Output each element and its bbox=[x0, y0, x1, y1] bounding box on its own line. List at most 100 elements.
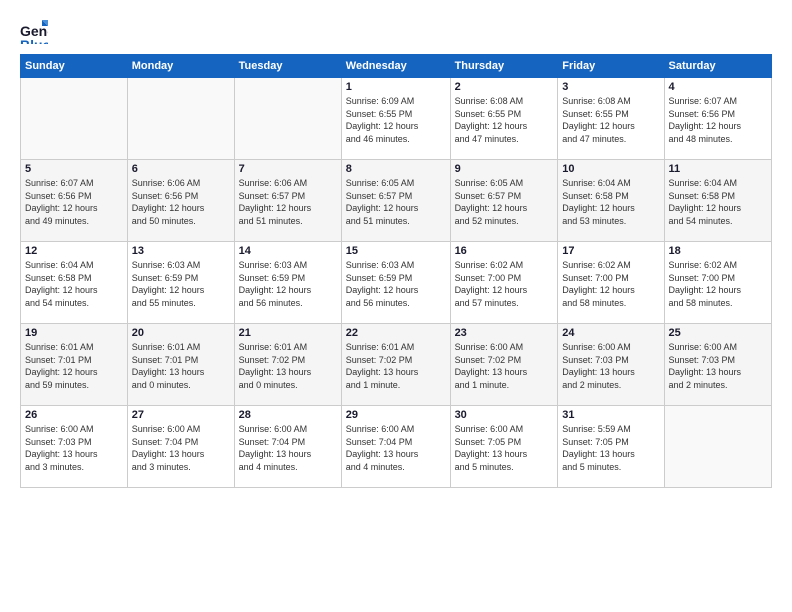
calendar-week-row: 26 Sunrise: 6:00 AM Sunset: 7:03 PM Dayli… bbox=[21, 406, 772, 488]
day-number: 1 bbox=[346, 81, 446, 93]
day-number: 17 bbox=[562, 245, 659, 257]
calendar-cell: 16 Sunrise: 6:02 AM Sunset: 7:00 PM Dayli… bbox=[450, 242, 558, 324]
calendar-cell: 26 Sunrise: 6:00 AM Sunset: 7:03 PM Dayli… bbox=[21, 406, 128, 488]
day-number: 15 bbox=[346, 245, 446, 257]
calendar-cell: 4 Sunrise: 6:07 AM Sunset: 6:56 PM Daylig… bbox=[664, 78, 771, 160]
day-info: Sunrise: 6:07 AM Sunset: 6:56 PM Dayligh… bbox=[669, 95, 767, 145]
day-info: Sunrise: 6:00 AM Sunset: 7:03 PM Dayligh… bbox=[562, 341, 659, 391]
day-number: 9 bbox=[455, 163, 554, 175]
calendar-cell: 9Sunrise: 6:05 AM Sunset: 6:57 PM Daylig… bbox=[450, 160, 558, 242]
day-info: Sunrise: 6:01 AM Sunset: 7:01 PM Dayligh… bbox=[25, 341, 123, 391]
day-info: Sunrise: 6:08 AM Sunset: 6:55 PM Dayligh… bbox=[562, 95, 659, 145]
day-info: Sunrise: 6:03 AM Sunset: 6:59 PM Dayligh… bbox=[132, 259, 230, 309]
logo-icon: General Blue bbox=[20, 16, 48, 44]
calendar-cell: 27Sunrise: 6:00 AM Sunset: 7:04 PM Dayli… bbox=[127, 406, 234, 488]
calendar-cell: 31 Sunrise: 5:59 AM Sunset: 7:05 PM Dayli… bbox=[558, 406, 664, 488]
calendar-cell: 8 Sunrise: 6:05 AM Sunset: 6:57 PM Daylig… bbox=[341, 160, 450, 242]
day-info: Sunrise: 6:00 AM Sunset: 7:03 PM Dayligh… bbox=[669, 341, 767, 391]
day-info: Sunrise: 6:04 AM Sunset: 6:58 PM Dayligh… bbox=[25, 259, 123, 309]
calendar-cell bbox=[234, 78, 341, 160]
weekday-header: Monday bbox=[127, 55, 234, 78]
weekday-header: Thursday bbox=[450, 55, 558, 78]
day-number: 11 bbox=[669, 163, 767, 175]
calendar-cell: 3 Sunrise: 6:08 AM Sunset: 6:55 PM Daylig… bbox=[558, 78, 664, 160]
calendar-cell: 23 Sunrise: 6:00 AM Sunset: 7:02 PM Dayli… bbox=[450, 324, 558, 406]
day-info: Sunrise: 6:09 AM Sunset: 6:55 PM Dayligh… bbox=[346, 95, 446, 145]
day-number: 8 bbox=[346, 163, 446, 175]
day-number: 29 bbox=[346, 409, 446, 421]
day-number: 25 bbox=[669, 327, 767, 339]
day-info: Sunrise: 6:02 AM Sunset: 7:00 PM Dayligh… bbox=[669, 259, 767, 309]
day-info: Sunrise: 6:00 AM Sunset: 7:04 PM Dayligh… bbox=[346, 423, 446, 473]
day-info: Sunrise: 6:03 AM Sunset: 6:59 PM Dayligh… bbox=[346, 259, 446, 309]
day-number: 26 bbox=[25, 409, 123, 421]
day-number: 24 bbox=[562, 327, 659, 339]
calendar-week-row: 12 Sunrise: 6:04 AM Sunset: 6:58 PM Dayli… bbox=[21, 242, 772, 324]
day-info: Sunrise: 6:00 AM Sunset: 7:03 PM Dayligh… bbox=[25, 423, 123, 473]
calendar-cell: 17 Sunrise: 6:02 AM Sunset: 7:00 PM Dayli… bbox=[558, 242, 664, 324]
day-number: 7 bbox=[239, 163, 337, 175]
calendar-cell bbox=[21, 78, 128, 160]
day-number: 22 bbox=[346, 327, 446, 339]
calendar-cell: 18 Sunrise: 6:02 AM Sunset: 7:00 PM Dayli… bbox=[664, 242, 771, 324]
calendar-week-row: 5 Sunrise: 6:07 AM Sunset: 6:56 PM Daylig… bbox=[21, 160, 772, 242]
calendar-cell bbox=[127, 78, 234, 160]
page-header: General Blue bbox=[20, 16, 772, 44]
day-number: 5 bbox=[25, 163, 123, 175]
logo: General Blue bbox=[20, 16, 52, 44]
day-info: Sunrise: 6:00 AM Sunset: 7:04 PM Dayligh… bbox=[239, 423, 337, 473]
calendar-cell: 7Sunrise: 6:06 AM Sunset: 6:57 PM Daylig… bbox=[234, 160, 341, 242]
day-info: Sunrise: 6:06 AM Sunset: 6:56 PM Dayligh… bbox=[132, 177, 230, 227]
calendar-cell: 29 Sunrise: 6:00 AM Sunset: 7:04 PM Dayli… bbox=[341, 406, 450, 488]
day-info: Sunrise: 6:02 AM Sunset: 7:00 PM Dayligh… bbox=[562, 259, 659, 309]
day-info: Sunrise: 5:59 AM Sunset: 7:05 PM Dayligh… bbox=[562, 423, 659, 473]
svg-text:Blue: Blue bbox=[20, 37, 48, 44]
day-info: Sunrise: 6:01 AM Sunset: 7:02 PM Dayligh… bbox=[239, 341, 337, 391]
day-info: Sunrise: 6:07 AM Sunset: 6:56 PM Dayligh… bbox=[25, 177, 123, 227]
calendar-cell: 14Sunrise: 6:03 AM Sunset: 6:59 PM Dayli… bbox=[234, 242, 341, 324]
day-number: 21 bbox=[239, 327, 337, 339]
calendar-week-row: 19 Sunrise: 6:01 AM Sunset: 7:01 PM Dayli… bbox=[21, 324, 772, 406]
day-number: 3 bbox=[562, 81, 659, 93]
calendar-cell: 21 Sunrise: 6:01 AM Sunset: 7:02 PM Dayli… bbox=[234, 324, 341, 406]
day-info: Sunrise: 6:04 AM Sunset: 6:58 PM Dayligh… bbox=[669, 177, 767, 227]
calendar-cell: 22Sunrise: 6:01 AM Sunset: 7:02 PM Dayli… bbox=[341, 324, 450, 406]
calendar-cell: 13 Sunrise: 6:03 AM Sunset: 6:59 PM Dayli… bbox=[127, 242, 234, 324]
calendar-cell: 1 Sunrise: 6:09 AM Sunset: 6:55 PM Daylig… bbox=[341, 78, 450, 160]
calendar-week-row: 1 Sunrise: 6:09 AM Sunset: 6:55 PM Daylig… bbox=[21, 78, 772, 160]
calendar-cell: 25 Sunrise: 6:00 AM Sunset: 7:03 PM Dayli… bbox=[664, 324, 771, 406]
calendar-cell: 28 Sunrise: 6:00 AM Sunset: 7:04 PM Dayli… bbox=[234, 406, 341, 488]
calendar-cell: 2Sunrise: 6:08 AM Sunset: 6:55 PM Daylig… bbox=[450, 78, 558, 160]
calendar-cell: 11 Sunrise: 6:04 AM Sunset: 6:58 PM Dayli… bbox=[664, 160, 771, 242]
weekday-header: Wednesday bbox=[341, 55, 450, 78]
weekday-header: Sunday bbox=[21, 55, 128, 78]
calendar-cell bbox=[664, 406, 771, 488]
calendar-cell: 12 Sunrise: 6:04 AM Sunset: 6:58 PM Dayli… bbox=[21, 242, 128, 324]
day-info: Sunrise: 6:02 AM Sunset: 7:00 PM Dayligh… bbox=[455, 259, 554, 309]
day-info: Sunrise: 6:05 AM Sunset: 6:57 PM Dayligh… bbox=[346, 177, 446, 227]
calendar-cell: 10 Sunrise: 6:04 AM Sunset: 6:58 PM Dayli… bbox=[558, 160, 664, 242]
day-number: 16 bbox=[455, 245, 554, 257]
calendar-header-row: SundayMondayTuesdayWednesdayThursdayFrid… bbox=[21, 55, 772, 78]
calendar-cell: 20Sunrise: 6:01 AM Sunset: 7:01 PM Dayli… bbox=[127, 324, 234, 406]
day-number: 23 bbox=[455, 327, 554, 339]
day-number: 14 bbox=[239, 245, 337, 257]
day-info: Sunrise: 6:00 AM Sunset: 7:02 PM Dayligh… bbox=[455, 341, 554, 391]
day-info: Sunrise: 6:00 AM Sunset: 7:05 PM Dayligh… bbox=[455, 423, 554, 473]
calendar-cell: 19 Sunrise: 6:01 AM Sunset: 7:01 PM Dayli… bbox=[21, 324, 128, 406]
day-number: 31 bbox=[562, 409, 659, 421]
day-number: 28 bbox=[239, 409, 337, 421]
day-number: 4 bbox=[669, 81, 767, 93]
day-number: 12 bbox=[25, 245, 123, 257]
day-number: 13 bbox=[132, 245, 230, 257]
calendar-cell: 5 Sunrise: 6:07 AM Sunset: 6:56 PM Daylig… bbox=[21, 160, 128, 242]
day-number: 20 bbox=[132, 327, 230, 339]
day-info: Sunrise: 6:04 AM Sunset: 6:58 PM Dayligh… bbox=[562, 177, 659, 227]
weekday-header: Saturday bbox=[664, 55, 771, 78]
calendar-cell: 24 Sunrise: 6:00 AM Sunset: 7:03 PM Dayli… bbox=[558, 324, 664, 406]
day-number: 18 bbox=[669, 245, 767, 257]
day-number: 19 bbox=[25, 327, 123, 339]
day-info: Sunrise: 6:08 AM Sunset: 6:55 PM Dayligh… bbox=[455, 95, 554, 145]
day-number: 10 bbox=[562, 163, 659, 175]
calendar-cell: 15 Sunrise: 6:03 AM Sunset: 6:59 PM Dayli… bbox=[341, 242, 450, 324]
